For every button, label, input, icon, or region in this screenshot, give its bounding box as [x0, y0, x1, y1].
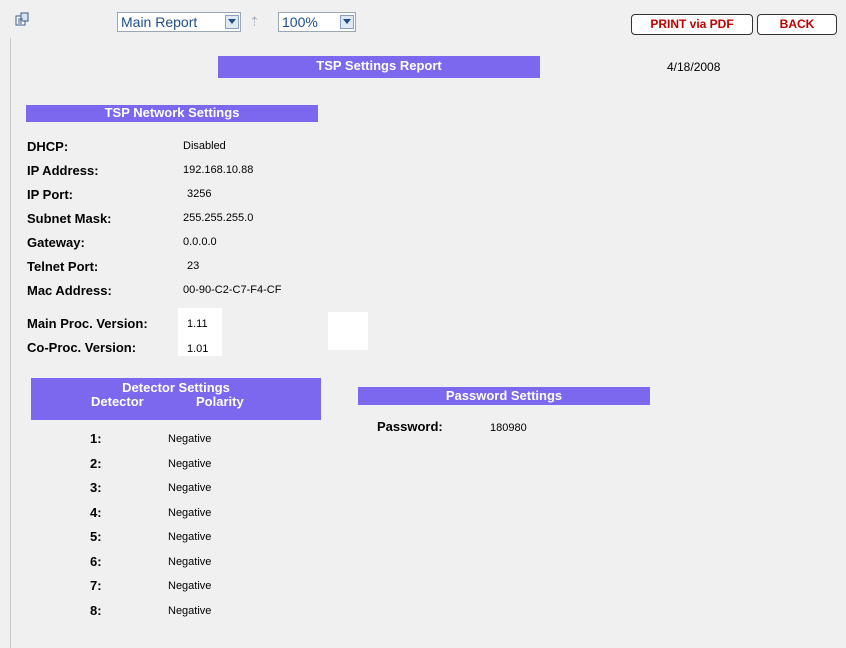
network-label: Main Proc. Version: — [27, 316, 148, 331]
detector-number: 7: — [90, 578, 102, 593]
network-value: 0.0.0.0 — [183, 236, 217, 248]
network-label: IP Port: — [27, 187, 73, 202]
toolbar: Main Report ⇡ 100% PRINT via PDF BACK — [0, 0, 846, 38]
password-settings-heading: Password Settings — [358, 387, 650, 405]
network-value: 1.01 — [187, 343, 209, 355]
password-value: 180980 — [490, 422, 527, 434]
network-value: 192.168.10.88 — [183, 164, 254, 176]
report-select-value: Main Report — [121, 14, 198, 30]
report-content: TSP Settings Report 4/18/2008 TSP Networ… — [10, 38, 843, 648]
network-settings-heading: TSP Network Settings — [26, 105, 318, 122]
detector-number: 3: — [90, 480, 102, 495]
network-label: DHCP: — [27, 139, 69, 154]
detector-polarity: Negative — [168, 507, 212, 519]
network-label: Telnet Port: — [27, 259, 99, 274]
detector-settings-title: Detector Settings — [122, 380, 230, 395]
detector-number: 8: — [90, 603, 102, 618]
report-select[interactable]: Main Report — [117, 12, 241, 32]
detector-polarity: Negative — [168, 531, 212, 543]
detector-settings-heading: Detector Settings Detector Polarity — [31, 378, 321, 420]
zoom-select-value: 100% — [282, 14, 318, 30]
network-value: 1.11 — [187, 318, 208, 330]
back-button[interactable]: BACK — [757, 14, 837, 35]
detector-polarity: Negative — [168, 482, 212, 494]
detector-number: 1: — [90, 431, 102, 446]
detector-number: 6: — [90, 554, 102, 569]
detector-column-header: Detector — [91, 394, 144, 409]
report-title: TSP Settings Report — [218, 56, 540, 78]
polarity-column-header: Polarity — [196, 394, 244, 409]
network-value: Disabled — [183, 140, 226, 152]
network-label: Gateway: — [27, 235, 85, 250]
zoom-select[interactable]: 100% — [278, 12, 356, 32]
print-preview-icon[interactable] — [14, 11, 30, 27]
network-label: Subnet Mask: — [27, 211, 112, 226]
network-value: 3256 — [187, 188, 212, 200]
network-value: 00-90-C2-C7-F4-CF — [183, 284, 282, 296]
detector-number: 2: — [90, 456, 102, 471]
up-arrow-icon[interactable]: ⇡ — [249, 14, 260, 30]
detector-polarity: Negative — [168, 605, 212, 617]
network-value: 255.255.255.0 — [183, 212, 254, 224]
blank-box — [328, 312, 368, 350]
network-value: 23 — [187, 260, 200, 272]
chevron-down-icon — [225, 15, 239, 29]
detector-polarity: Negative — [168, 556, 212, 568]
detector-number: 4: — [90, 505, 102, 520]
network-label: Co-Proc. Version: — [27, 340, 137, 355]
detector-polarity: Negative — [168, 433, 212, 445]
report-date: 4/18/2008 — [667, 60, 721, 74]
network-label: IP Address: — [27, 163, 99, 178]
chevron-down-icon — [340, 15, 354, 29]
network-label: Mac Address: — [27, 283, 112, 298]
detector-number: 5: — [90, 529, 102, 544]
detector-polarity: Negative — [168, 580, 212, 592]
password-label: Password: — [377, 419, 443, 434]
print-pdf-button[interactable]: PRINT via PDF — [631, 14, 753, 35]
detector-polarity: Negative — [168, 458, 212, 470]
